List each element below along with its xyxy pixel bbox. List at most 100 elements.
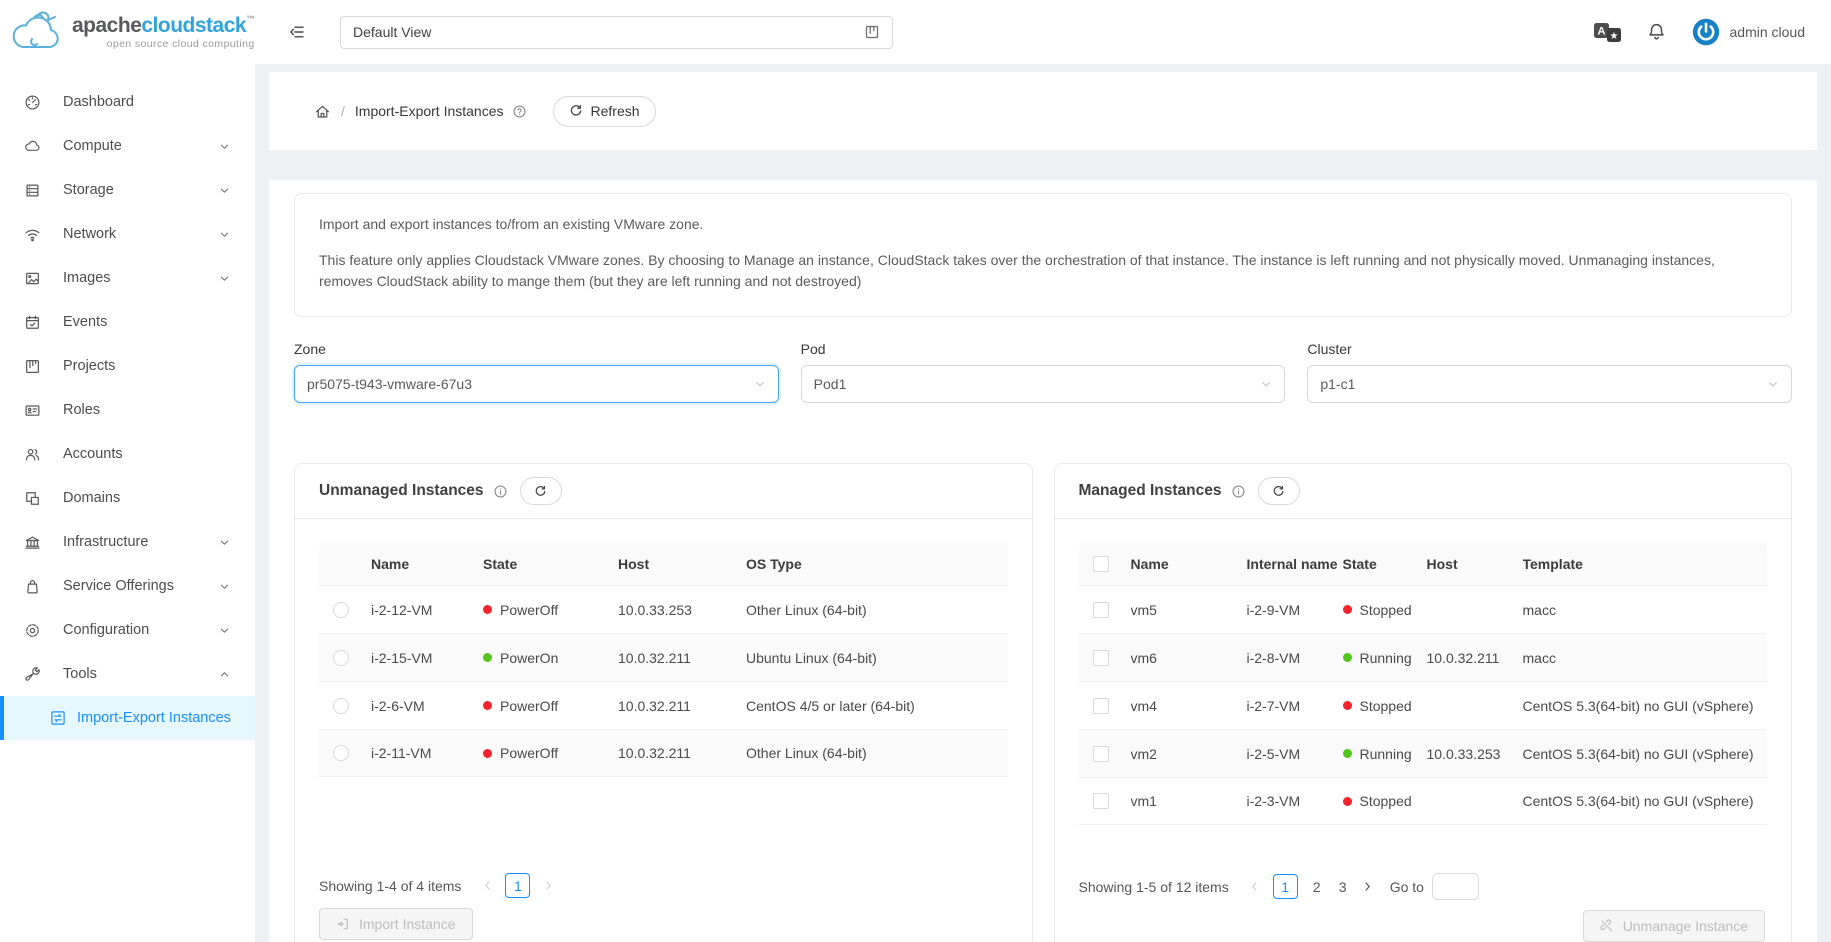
state-dot	[1343, 653, 1352, 662]
view-selector-value: Default View	[353, 24, 431, 40]
column-header-internal-name: Internal name	[1247, 556, 1343, 572]
description-line-1: Import and export instances to/from an e…	[319, 214, 1767, 235]
sidebar-item-tools[interactable]: Tools	[0, 652, 255, 696]
column-header-state: State	[483, 556, 618, 572]
sidebar-item-compute[interactable]: Compute	[0, 124, 255, 168]
row-checkbox[interactable]	[1093, 650, 1109, 666]
zone-select[interactable]: pr5075-t943-vmware-67u3	[294, 365, 779, 403]
sidebar-item-domains[interactable]: Domains	[0, 476, 255, 520]
sidebar-item-roles[interactable]: Roles	[0, 388, 255, 432]
network-wifi-icon	[24, 226, 41, 243]
pod-select[interactable]: Pod1	[801, 365, 1286, 403]
sidebar-item-network[interactable]: Network	[0, 212, 255, 256]
goto-label: Go to	[1390, 879, 1424, 895]
page-3-button[interactable]: 3	[1332, 874, 1354, 899]
user-menu[interactable]: admin cloud	[1692, 18, 1806, 46]
table-row[interactable]: i-2-6-VM PowerOff 10.0.32.211 CentOS 4/5…	[319, 681, 1008, 729]
select-all-checkbox[interactable]	[1093, 556, 1109, 572]
table-row[interactable]: i-2-11-VM PowerOff 10.0.32.211 Other Lin…	[319, 729, 1008, 777]
chevron-down-icon	[219, 537, 230, 548]
chevron-down-icon	[219, 625, 230, 636]
unmanaged-panel-title: Unmanaged Instances	[319, 482, 484, 500]
brand-name: apachecloudstack™	[72, 15, 255, 36]
help-question-icon[interactable]	[512, 104, 527, 119]
state-dot	[483, 701, 492, 710]
pagination-summary: Showing 1-4 of 4 items	[319, 878, 461, 894]
reload-icon	[534, 485, 547, 498]
unmanaged-pagination: Showing 1-4 of 4 items 1	[319, 873, 1008, 898]
page-2-button[interactable]: 2	[1306, 874, 1328, 899]
chevron-down-icon	[219, 141, 230, 152]
row-radio[interactable]	[333, 650, 349, 666]
row-checkbox[interactable]	[1093, 602, 1109, 618]
managed-refresh-button[interactable]	[1258, 477, 1300, 505]
prev-page-icon[interactable]	[475, 873, 499, 898]
cluster-select-value: p1-c1	[1320, 376, 1355, 392]
sidebar-item-storage[interactable]: Storage	[0, 168, 255, 212]
notification-bell-icon[interactable]	[1647, 22, 1666, 42]
storage-rack-icon	[24, 182, 41, 199]
refresh-button[interactable]: Refresh	[553, 96, 656, 127]
page-1-button[interactable]: 1	[505, 873, 530, 898]
username: admin cloud	[1730, 24, 1806, 40]
row-radio[interactable]	[333, 602, 349, 618]
table-row[interactable]: vm1 i-2-3-VM Stopped CentOS 5.3(64-bit) …	[1079, 777, 1768, 825]
app-logo[interactable]: apachecloudstack™ open source cloud comp…	[0, 0, 256, 64]
chevron-down-icon	[754, 378, 766, 390]
top-header-bar: apachecloudstack™ open source cloud comp…	[0, 0, 1831, 64]
unmanaged-instances-panel: Unmanaged Instances Name	[294, 463, 1033, 942]
domains-blocks-icon	[24, 490, 41, 507]
goto-page-input[interactable]	[1432, 873, 1479, 900]
sidebar-item-service-offerings[interactable]: Service Offerings	[0, 564, 255, 608]
pod-select-value: Pod1	[814, 376, 847, 392]
table-row[interactable]: vm2 i-2-5-VM Running 10.0.33.253 CentOS …	[1079, 729, 1768, 777]
info-circle-icon[interactable]	[493, 484, 508, 499]
cluster-select[interactable]: p1-c1	[1307, 365, 1792, 403]
table-row[interactable]: vm6 i-2-8-VM Running 10.0.32.211 macc	[1079, 633, 1768, 681]
pod-label: Pod	[801, 341, 1286, 357]
projects-icon	[24, 358, 41, 375]
tools-wrench-icon	[24, 666, 41, 683]
translate-icon[interactable]: A ★	[1594, 22, 1621, 43]
chevron-down-icon	[1767, 378, 1779, 390]
import-export-swap-icon	[50, 710, 66, 726]
project-view-icon	[864, 24, 880, 40]
next-page-icon[interactable]	[536, 873, 560, 898]
import-icon	[336, 917, 350, 931]
home-icon[interactable]	[314, 103, 331, 120]
disconnect-icon	[1600, 919, 1614, 933]
project-view-selector[interactable]: Default View	[340, 16, 893, 49]
unmanage-instance-button[interactable]: Unmanage Instance	[1583, 910, 1765, 942]
table-row[interactable]: vm5 i-2-9-VM Stopped macc	[1079, 585, 1768, 633]
menu-fold-icon[interactable]	[288, 24, 306, 40]
next-page-icon[interactable]	[1356, 874, 1380, 899]
sidebar-item-infrastructure[interactable]: Infrastructure	[0, 520, 255, 564]
sidebar-item-accounts[interactable]: Accounts	[0, 432, 255, 476]
chevron-down-icon	[1260, 378, 1272, 390]
table-row[interactable]: vm4 i-2-7-VM Stopped CentOS 5.3(64-bit) …	[1079, 681, 1768, 729]
column-header-state: State	[1343, 556, 1427, 572]
sidebar-item-images[interactable]: Images	[0, 256, 255, 300]
unmanaged-instances-table: Name State Host OS Type i-2-12-VM PowerO…	[319, 543, 1008, 867]
row-checkbox[interactable]	[1093, 746, 1109, 762]
sidebar-item-import-export-instances[interactable]: Import-Export Instances	[0, 696, 255, 740]
import-instance-button[interactable]: Import Instance	[319, 908, 473, 940]
prev-page-icon[interactable]	[1243, 874, 1267, 899]
page-1-button[interactable]: 1	[1273, 874, 1298, 899]
row-checkbox[interactable]	[1093, 698, 1109, 714]
table-row[interactable]: i-2-12-VM PowerOff 10.0.33.253 Other Lin…	[319, 585, 1008, 633]
reload-icon	[569, 104, 583, 118]
description-line-2: This feature only applies Cloudstack VMw…	[319, 250, 1767, 292]
row-radio[interactable]	[333, 745, 349, 761]
breadcrumb-bar: / Import-Export Instances Refresh	[269, 72, 1817, 150]
table-row[interactable]: i-2-15-VM PowerOn 10.0.32.211 Ubuntu Lin…	[319, 633, 1008, 681]
row-checkbox[interactable]	[1093, 793, 1109, 809]
sidebar-item-configuration[interactable]: Configuration	[0, 608, 255, 652]
sidebar-item-events[interactable]: Events	[0, 300, 255, 344]
unmanaged-refresh-button[interactable]	[520, 477, 562, 505]
sidebar-item-projects[interactable]: Projects	[0, 344, 255, 388]
service-offerings-bag-icon	[24, 578, 41, 595]
info-circle-icon[interactable]	[1231, 484, 1246, 499]
row-radio[interactable]	[333, 698, 349, 714]
sidebar-item-dashboard[interactable]: Dashboard	[0, 80, 255, 124]
